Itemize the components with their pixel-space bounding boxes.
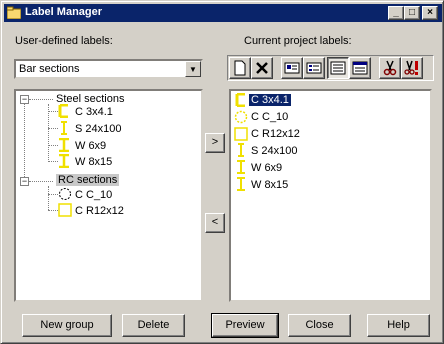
title-bar[interactable]: Label Manager _ □ ×: [4, 4, 442, 22]
tree-item-rc-2[interactable]: C R12x12: [75, 204, 124, 218]
w-section-icon: [237, 177, 245, 191]
channel-section-icon: [235, 93, 245, 107]
new-label-button[interactable]: [229, 57, 251, 79]
scissors-icon: [383, 60, 397, 76]
tree-item-steel-1[interactable]: C 3x4.1: [75, 105, 113, 119]
large-icons-view-button[interactable]: [281, 57, 303, 79]
w-section-icon: [59, 154, 69, 168]
tree-group-rc-label: RC sections: [56, 174, 120, 186]
circle-section-icon: [234, 110, 248, 124]
window-title: Label Manager: [25, 6, 103, 18]
tree-item-rc-1[interactable]: C C_10: [75, 188, 112, 202]
delete-x-icon: [256, 62, 268, 74]
rectangle-section-icon: [58, 203, 72, 217]
dropdown-arrow-icon[interactable]: ▼: [185, 61, 201, 77]
list-view-icon: [330, 61, 346, 75]
tree-item-steel-3[interactable]: W 6x9: [75, 139, 106, 153]
delete-label-button[interactable]: [251, 57, 273, 79]
folder-icon: [7, 6, 21, 19]
tree-group-rc[interactable]: RC sections: [56, 173, 120, 187]
new-group-button[interactable]: New group: [22, 314, 112, 337]
user-defined-labels-heading: User-defined labels:: [15, 35, 113, 47]
remove-from-project-button[interactable]: <: [205, 213, 225, 233]
delete-button[interactable]: Delete: [122, 314, 185, 337]
close-window-button[interactable]: ×: [422, 6, 438, 20]
s-section-icon: [61, 121, 67, 135]
w-section-icon: [59, 138, 69, 152]
scissors-alert-icon: [404, 60, 418, 75]
project-label-3[interactable]: C R12x12: [251, 127, 300, 141]
close-button[interactable]: Close: [288, 314, 351, 337]
new-document-icon: [234, 60, 246, 76]
small-icons-icon: [306, 62, 322, 74]
project-label-5[interactable]: W 6x9: [251, 161, 282, 175]
minimize-button[interactable]: _: [388, 6, 404, 20]
s-section-icon: [238, 143, 244, 157]
channel-section-icon: [58, 104, 68, 118]
large-icons-icon: [284, 62, 300, 74]
help-button[interactable]: Help: [367, 314, 430, 337]
w-section-icon: [237, 160, 245, 174]
tree-item-steel-4[interactable]: W 8x15: [75, 155, 112, 169]
cut-label-button[interactable]: [379, 57, 401, 79]
project-label-4[interactable]: S 24x100: [251, 144, 297, 158]
collapse-rc-icon[interactable]: −: [20, 177, 29, 186]
current-project-labels-heading: Current project labels:: [244, 35, 352, 47]
project-labels-list[interactable]: C 3x4.1 C C_10 C R12x12 S 24x100 W 6x9 W…: [229, 89, 432, 302]
collapse-steel-icon[interactable]: −: [20, 95, 29, 104]
project-label-6[interactable]: W 8x15: [251, 178, 288, 192]
add-to-project-button[interactable]: >: [205, 133, 225, 153]
project-label-2[interactable]: C C_10: [251, 110, 288, 124]
user-labels-tree[interactable]: − Steel sections C 3x4.1 S 24x100 W 6x9 …: [14, 89, 203, 302]
details-view-icon: [352, 61, 368, 75]
details-view-button[interactable]: [349, 57, 371, 79]
preview-button[interactable]: Preview: [211, 313, 279, 338]
maximize-button[interactable]: □: [404, 6, 420, 20]
small-icons-view-button[interactable]: [303, 57, 325, 79]
project-label-1[interactable]: C 3x4.1: [248, 93, 292, 107]
label-category-select[interactable]: Bar sections ▼: [14, 59, 203, 79]
label-category-value: Bar sections: [19, 63, 80, 75]
tree-item-steel-2[interactable]: S 24x100: [75, 122, 121, 136]
cut-warning-button[interactable]: [401, 57, 423, 79]
circle-section-icon: [59, 188, 71, 200]
label-manager-window: Label Manager _ □ × User-defined labels:…: [0, 0, 444, 344]
rectangle-section-icon: [234, 127, 248, 141]
project-label-1-text: C 3x4.1: [248, 93, 292, 107]
list-view-button[interactable]: [327, 57, 349, 79]
